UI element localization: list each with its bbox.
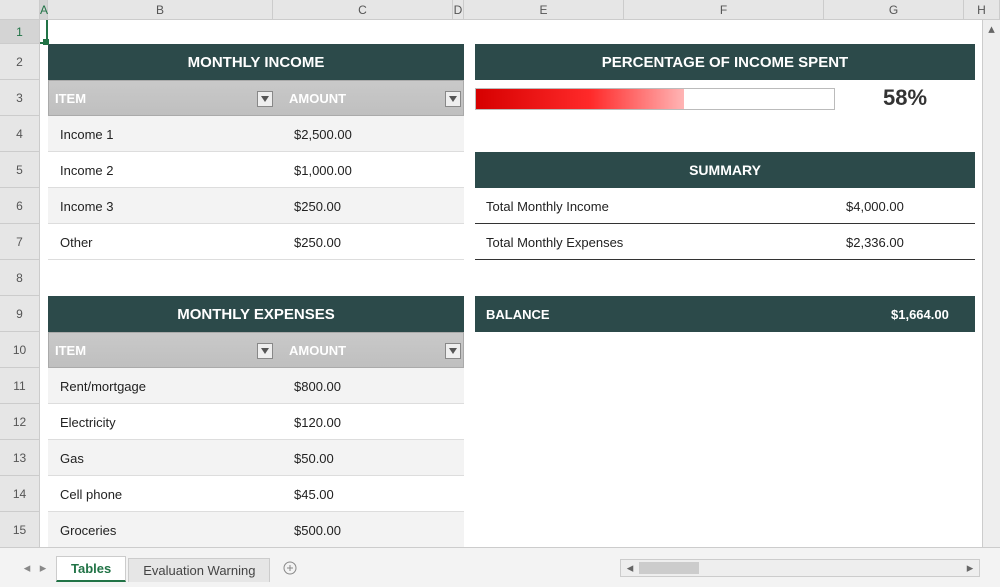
income-item-amount: $2,500.00 — [288, 116, 358, 152]
col-header-F[interactable]: F — [624, 0, 824, 19]
income-item-label: Other — [54, 224, 99, 260]
expense-item-amount: $500.00 — [288, 512, 347, 547]
filter-button[interactable] — [257, 91, 273, 107]
percent-progress — [475, 88, 835, 110]
row-headers: 1 2 3 4 5 6 7 8 9 10 11 12 13 14 15 — [0, 20, 40, 547]
expense-item-amount: $45.00 — [288, 476, 340, 512]
scroll-up-icon[interactable]: ▴ — [983, 20, 1000, 38]
row-header-6[interactable]: 6 — [0, 188, 39, 224]
income-item-amount: $250.00 — [288, 224, 347, 260]
percent-value: 58% — [840, 80, 970, 116]
tab-prev-icon[interactable]: ◂ — [20, 559, 34, 577]
table-row[interactable] — [48, 224, 464, 260]
table-row[interactable] — [48, 440, 464, 476]
row-header-13[interactable]: 13 — [0, 440, 39, 476]
col-header-D[interactable]: D — [453, 0, 464, 19]
row-header-14[interactable]: 14 — [0, 476, 39, 512]
income-item-label: Income 2 — [54, 152, 119, 188]
col-header-H[interactable]: H — [964, 0, 1000, 19]
summary-value: $4,000.00 — [840, 188, 910, 224]
row-header-3[interactable]: 3 — [0, 80, 39, 116]
income-item-label: Income 3 — [54, 188, 119, 224]
filter-button[interactable] — [445, 343, 461, 359]
expense-item-amount: $800.00 — [288, 368, 347, 404]
expense-item-label: Groceries — [54, 512, 122, 547]
col-header-C[interactable]: C — [273, 0, 453, 19]
scroll-right-icon[interactable]: ▸ — [961, 560, 979, 576]
income-item-label: Income 1 — [54, 116, 119, 152]
col-header-E[interactable]: E — [464, 0, 624, 19]
expenses-title: MONTHLY EXPENSES — [48, 296, 464, 332]
grid[interactable]: MONTHLY INCOME ITEM AMOUNT Income 1 $2,5… — [40, 20, 1000, 547]
filter-button[interactable] — [445, 91, 461, 107]
row-header-2[interactable]: 2 — [0, 44, 39, 80]
spreadsheet: A B C D E F G H 1 2 3 4 5 6 7 8 9 10 11 … — [0, 0, 1000, 587]
summary-title: SUMMARY — [475, 152, 975, 188]
row-header-9[interactable]: 9 — [0, 296, 39, 332]
scroll-left-icon[interactable]: ◂ — [621, 560, 639, 576]
row-header-15[interactable]: 15 — [0, 512, 39, 548]
tab-evaluation-warning[interactable]: Evaluation Warning — [128, 558, 270, 582]
expenses-header-amount: AMOUNT — [289, 343, 346, 358]
row-header-10[interactable]: 10 — [0, 332, 39, 368]
horizontal-scrollbar[interactable]: ◂ ▸ — [620, 559, 980, 577]
row-header-12[interactable]: 12 — [0, 404, 39, 440]
row-header-11[interactable]: 11 — [0, 368, 39, 404]
income-title: MONTHLY INCOME — [48, 44, 464, 80]
summary-label: Total Monthly Expenses — [480, 224, 629, 260]
tab-next-icon[interactable]: ▸ — [36, 559, 50, 577]
income-header-amount: AMOUNT — [289, 91, 346, 106]
col-header-G[interactable]: G — [824, 0, 964, 19]
tab-tables[interactable]: Tables — [56, 556, 126, 582]
select-all-corner[interactable] — [0, 0, 40, 19]
income-item-amount: $250.00 — [288, 188, 347, 224]
column-headers: A B C D E F G H — [0, 0, 1000, 20]
summary-label: Total Monthly Income — [480, 188, 615, 224]
add-sheet-button[interactable] — [278, 556, 302, 580]
plus-icon — [283, 561, 297, 575]
expenses-header-item: ITEM — [55, 343, 86, 358]
summary-value: $2,336.00 — [840, 224, 910, 260]
vertical-scrollbar[interactable]: ▴ — [982, 20, 1000, 547]
filter-button[interactable] — [257, 343, 273, 359]
expenses-table-header: ITEM AMOUNT — [48, 332, 464, 368]
row-header-7[interactable]: 7 — [0, 224, 39, 260]
scroll-thumb[interactable] — [639, 562, 699, 574]
col-header-B[interactable]: B — [48, 0, 273, 19]
expense-item-label: Gas — [54, 440, 90, 476]
tab-nav: ◂ ▸ — [20, 559, 50, 577]
expense-item-label: Rent/mortgage — [54, 368, 152, 404]
sheet-tabs-bar: ◂ ▸ Tables Evaluation Warning ◂ ▸ — [0, 547, 1000, 587]
expense-item-amount: $50.00 — [288, 440, 340, 476]
row-header-8[interactable]: 8 — [0, 260, 39, 296]
balance-label: BALANCE — [480, 296, 556, 332]
balance-value: $1,664.00 — [885, 296, 955, 332]
income-item-amount: $1,000.00 — [288, 152, 358, 188]
row-header-4[interactable]: 4 — [0, 116, 39, 152]
active-cell[interactable] — [40, 20, 48, 44]
expense-item-label: Electricity — [54, 404, 122, 440]
row-header-5[interactable]: 5 — [0, 152, 39, 188]
col-header-A[interactable]: A — [40, 0, 48, 19]
expense-item-amount: $120.00 — [288, 404, 347, 440]
sheet-tabs: Tables Evaluation Warning — [56, 554, 272, 582]
percent-progress-fill — [476, 89, 684, 109]
percent-title: PERCENTAGE OF INCOME SPENT — [475, 44, 975, 80]
scroll-track[interactable] — [639, 560, 961, 576]
income-header-item: ITEM — [55, 91, 86, 106]
income-table-header: ITEM AMOUNT — [48, 80, 464, 116]
expense-item-label: Cell phone — [54, 476, 128, 512]
row-header-1[interactable]: 1 — [0, 20, 39, 44]
